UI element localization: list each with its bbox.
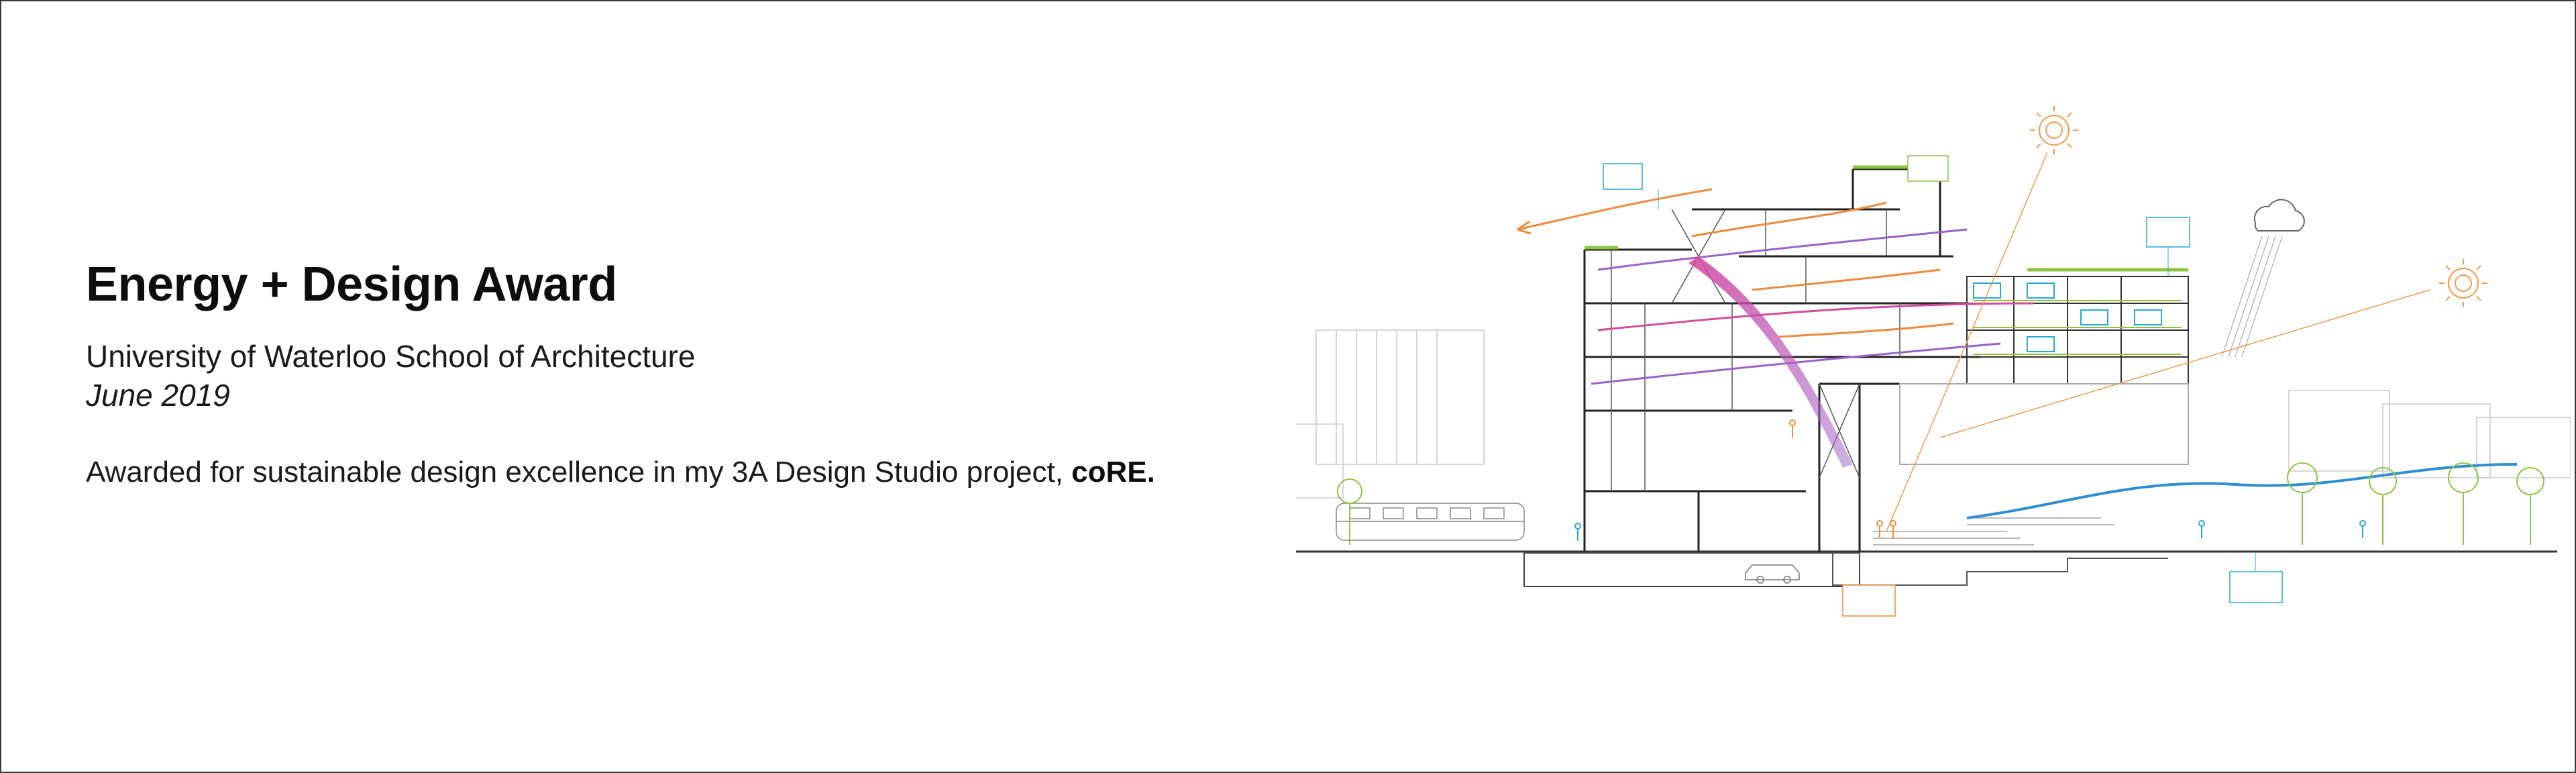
sun-icon-east (2439, 259, 2487, 307)
airflow-arrows (1517, 188, 2035, 385)
award-title: Energy + Design Award (86, 258, 617, 311)
description-text: Awarded for sustainable design excellenc… (86, 456, 1072, 488)
terrace-greenery (1974, 300, 2182, 355)
train-icon (1336, 503, 1525, 541)
sun-rays (1886, 152, 2430, 532)
award-text-block: Energy + Design Award University of Wate… (86, 256, 1186, 491)
cloud-icon (2253, 199, 2305, 231)
project-name: coRE. (1071, 456, 1155, 488)
ground (1296, 517, 2557, 587)
institution-name: University of Waterloo School of Archite… (86, 339, 696, 374)
sun-icon (2030, 106, 2078, 154)
award-date: June 2019 (86, 378, 230, 413)
annotation-callouts (1603, 155, 2283, 617)
water-flow (1966, 463, 2518, 519)
main-building (1583, 168, 1980, 552)
section-drawing-svg (1296, 106, 2571, 617)
rain-icon (2221, 236, 2283, 358)
award-description: Awarded for sustainable design excellenc… (86, 454, 1186, 491)
context-buildings (1296, 329, 2571, 499)
car-icon (1745, 564, 1800, 584)
section-drawing (1296, 102, 2571, 625)
award-card: Energy + Design Award University of Wate… (0, 0, 2576, 773)
